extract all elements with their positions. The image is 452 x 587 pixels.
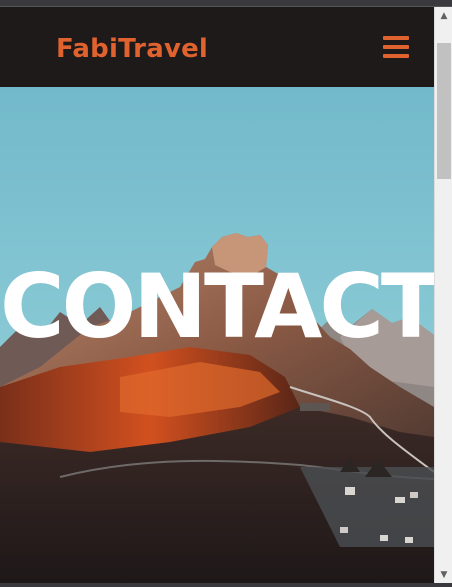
scrollbar-thumb[interactable]	[437, 43, 451, 179]
vertical-scrollbar[interactable]: ▲ ▼	[434, 7, 452, 583]
window-bottom-edge	[0, 583, 452, 587]
menu-bar-middle	[383, 45, 409, 49]
window-top-edge	[0, 0, 452, 7]
menu-bar-bottom	[383, 54, 409, 58]
scroll-down-arrow-icon[interactable]: ▼	[435, 566, 452, 583]
brand-logo-link[interactable]: FabiTravel	[56, 31, 208, 67]
menu-bar-top	[383, 36, 409, 40]
page-viewport: FabiTravel CONTACT	[0, 7, 434, 583]
navbar: FabiTravel	[0, 7, 434, 88]
scroll-up-arrow-icon[interactable]: ▲	[435, 7, 452, 24]
page-title: CONTACT	[0, 255, 434, 358]
hamburger-menu-icon[interactable]	[380, 34, 410, 62]
browser-frame: FabiTravel CONTACT ▲ ▼	[0, 0, 452, 587]
hero-section: CONTACT	[0, 87, 434, 583]
